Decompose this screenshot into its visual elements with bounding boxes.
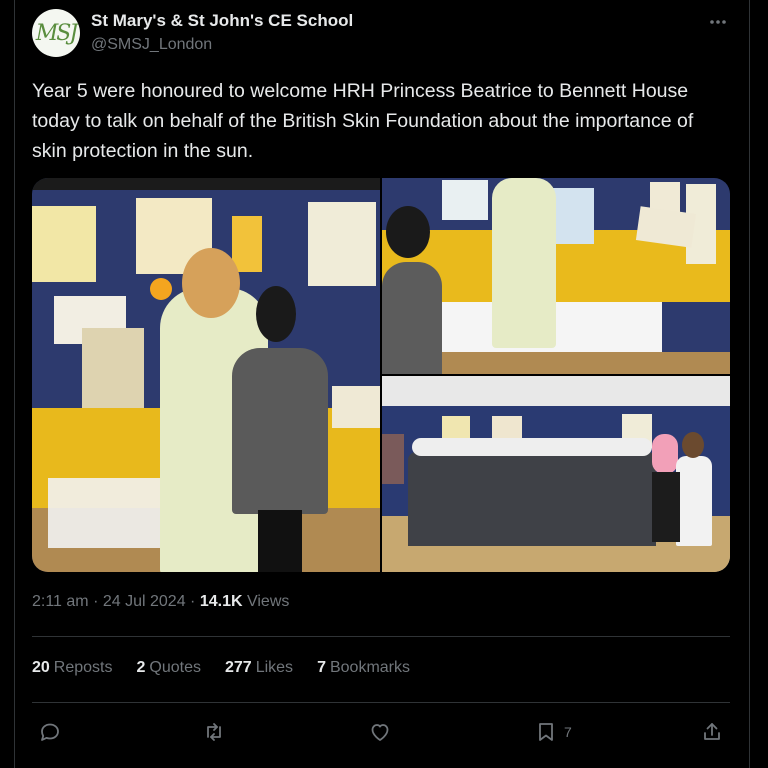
reply-button[interactable] — [38, 716, 62, 748]
reposts-stat[interactable]: 20 Reposts — [32, 659, 113, 677]
likes-label: Likes — [255, 659, 294, 676]
bookmark-button[interactable]: 7 — [534, 716, 572, 748]
action-bar: 7 — [32, 716, 730, 748]
tweet-time[interactable]: 2:11 am — [32, 593, 89, 610]
share-icon — [704, 723, 720, 740]
meta-separator: · — [93, 593, 99, 610]
like-button[interactable] — [368, 716, 392, 748]
quotes-stat[interactable]: 2 Quotes — [137, 659, 202, 677]
more-icon[interactable] — [704, 8, 732, 36]
meta-separator-2: · — [190, 593, 196, 610]
reposts-label: Reposts — [53, 659, 113, 676]
bookmarks-stat[interactable]: 7 Bookmarks — [317, 659, 410, 677]
quotes-count: 2 — [136, 659, 146, 676]
likes-count: 277 — [225, 659, 252, 676]
author-name[interactable]: St Mary's & St John's CE School — [91, 11, 353, 31]
likes-stat[interactable]: 277 Likes — [225, 659, 293, 677]
photo-table-display[interactable] — [382, 178, 730, 374]
media-grid — [32, 178, 730, 572]
heart-icon — [371, 724, 389, 741]
tweet-text: Year 5 were honoured to welcome HRH Prin… — [32, 80, 694, 162]
quotes-label: Quotes — [149, 659, 201, 676]
bookmark-count: 7 — [564, 724, 572, 740]
photo-princess-with-student[interactable] — [32, 178, 380, 572]
tweet-meta: 2:11 am · 24 Jul 2024 · 14.1K Views — [32, 593, 289, 611]
engagement-stats: 20 Reposts 2 Quotes 277 Likes 7 Bookmarks — [32, 659, 410, 677]
bookmarks-count: 7 — [317, 659, 326, 676]
views-count: 14.1K — [199, 593, 243, 610]
avatar[interactable]: MSJ — [32, 9, 80, 57]
divider-top — [32, 636, 730, 637]
avatar-logo-text: MSJ — [35, 20, 78, 46]
repost-button[interactable] — [202, 716, 226, 748]
bookmarks-label: Bookmarks — [329, 659, 410, 676]
photo-group-students[interactable] — [382, 376, 730, 572]
reposts-count: 20 — [32, 659, 50, 676]
reply-icon — [41, 723, 59, 741]
author-handle[interactable]: @SMSJ_London — [91, 36, 212, 54]
bookmark-icon — [539, 723, 553, 741]
tweet-date[interactable]: 24 Jul 2024 — [103, 593, 186, 610]
share-button[interactable] — [700, 716, 724, 748]
views-label: Views — [246, 593, 290, 610]
repost-icon — [207, 723, 221, 741]
divider-bottom — [32, 702, 730, 703]
